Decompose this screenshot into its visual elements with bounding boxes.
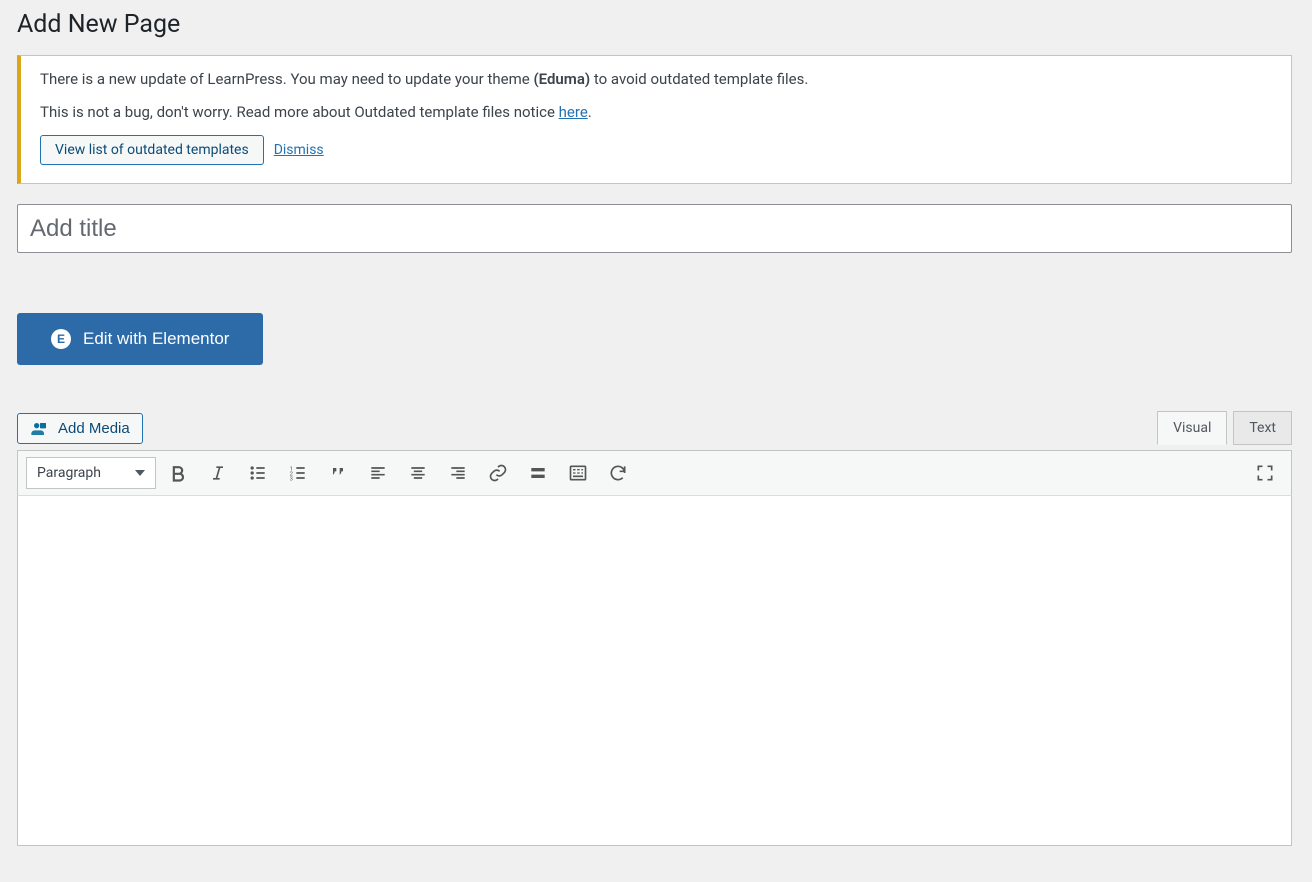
editor-toolbar: Paragraph 123 — [17, 450, 1292, 496]
update-notice: There is a new update of LearnPress. You… — [17, 55, 1292, 184]
fullscreen-button[interactable] — [1247, 457, 1283, 489]
tab-text[interactable]: Text — [1233, 411, 1292, 445]
editor-content-area[interactable] — [17, 496, 1292, 846]
edit-with-elementor-button[interactable]: E Edit with Elementor — [17, 313, 263, 365]
notice-text: This is not a bug, don't worry. Read mor… — [40, 103, 559, 121]
elementor-button-label: Edit with Elementor — [83, 329, 229, 349]
align-right-button[interactable] — [440, 457, 476, 489]
page-title-input[interactable] — [17, 204, 1292, 253]
insert-link-button[interactable] — [480, 457, 516, 489]
notice-theme-name: (Eduma) — [533, 70, 590, 88]
bold-button[interactable] — [160, 457, 196, 489]
notice-text: to avoid outdated template files. — [590, 70, 808, 88]
numbered-list-button[interactable]: 123 — [280, 457, 316, 489]
align-left-button[interactable] — [360, 457, 396, 489]
elementor-icon: E — [51, 329, 71, 349]
notice-text: There is a new update of LearnPress. You… — [40, 70, 533, 88]
notice-here-link[interactable]: here — [559, 103, 588, 121]
format-select[interactable]: Paragraph — [26, 457, 156, 489]
refresh-button[interactable] — [600, 457, 636, 489]
editor-tabs: Visual Text — [1157, 410, 1292, 444]
dismiss-notice-link[interactable]: Dismiss — [274, 142, 324, 158]
notice-text: . — [588, 103, 592, 121]
view-outdated-templates-button[interactable]: View list of outdated templates — [40, 135, 264, 165]
italic-button[interactable] — [200, 457, 236, 489]
add-media-button[interactable]: Add Media — [17, 413, 143, 444]
notice-line-1: There is a new update of LearnPress. You… — [40, 68, 1272, 91]
notice-line-2: This is not a bug, don't worry. Read mor… — [40, 101, 1272, 124]
toolbar-toggle-button[interactable] — [560, 457, 596, 489]
blockquote-button[interactable] — [320, 457, 356, 489]
add-media-label: Add Media — [58, 420, 130, 437]
format-select-label: Paragraph — [37, 465, 101, 481]
media-icon — [30, 421, 50, 437]
bulleted-list-button[interactable] — [240, 457, 276, 489]
tab-visual[interactable]: Visual — [1157, 411, 1227, 445]
insert-readmore-button[interactable] — [520, 457, 556, 489]
align-center-button[interactable] — [400, 457, 436, 489]
svg-text:3: 3 — [290, 477, 293, 483]
page-title: Add New Page — [17, 10, 1292, 55]
